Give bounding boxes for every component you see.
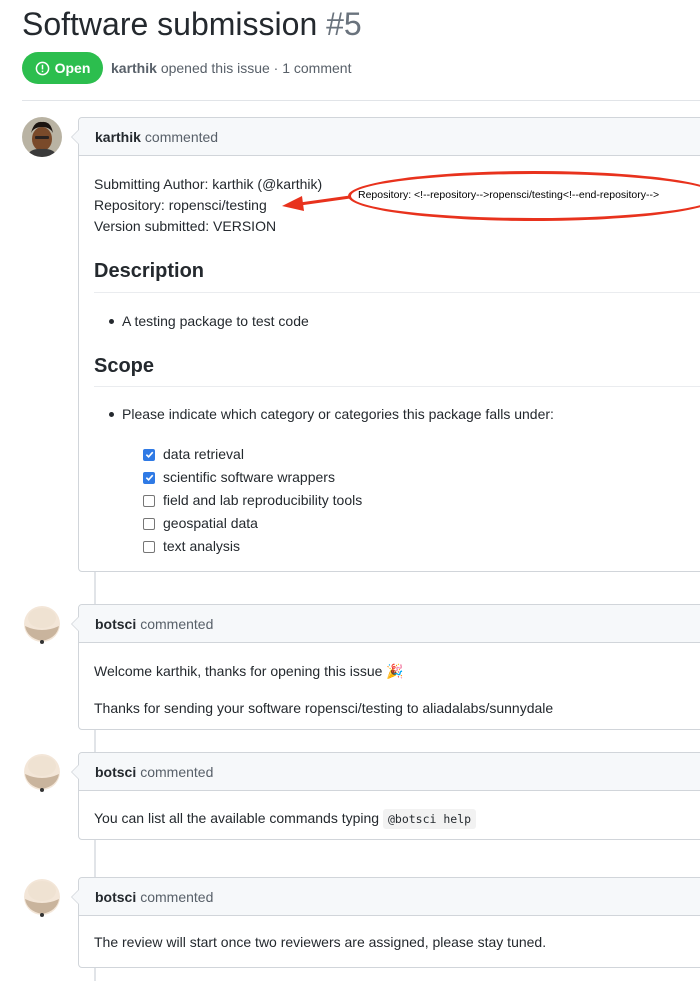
checklist-item: geospatial data (143, 513, 258, 534)
checklist-item: data retrieval (143, 444, 244, 465)
comment-botsci-help: botsci commented You can list all the av… (71, 752, 700, 840)
checklist-item: scientific software wrappers (143, 467, 335, 488)
state-label: Open (54, 60, 91, 76)
comment-header: karthik commented (79, 118, 700, 156)
state-badge: Open (22, 52, 103, 84)
comment-botsci-review: botsci commented The review will start o… (71, 877, 700, 968)
heading-rule (94, 292, 700, 293)
welcome-line: Welcome karthik, thanks for opening this… (94, 661, 404, 682)
avatar-botsci[interactable] (22, 752, 62, 792)
timeline-connector (94, 968, 96, 981)
repository-line: Repository: ropensci/testing (94, 197, 267, 213)
checklist-item: field and lab reproducibility tools (143, 490, 362, 511)
comment-botsci-welcome: botsci commented Welcome karthik, thanks… (71, 604, 700, 730)
description-item: A testing package to test code (109, 311, 309, 332)
comment-author[interactable]: botsci (95, 764, 136, 780)
annotation-text: Repository: <!--repository-->ropensci/te… (358, 189, 660, 201)
avatar-karthik[interactable] (22, 117, 62, 157)
checkbox-checked[interactable] (143, 448, 155, 461)
issue-title: Software submission #5 (22, 6, 362, 43)
comment-action: commented (140, 888, 214, 905)
timeline-connector (94, 572, 96, 604)
comment-author[interactable]: botsci (95, 889, 136, 905)
checkbox-unchecked[interactable] (143, 540, 155, 553)
comment-author[interactable]: botsci (95, 616, 136, 632)
submitting-author-line: Submitting Author: karthik (@karthik) (94, 176, 323, 192)
comment-caret (71, 764, 79, 780)
comment-action: commented (140, 763, 214, 780)
comment-action: commented (140, 615, 214, 632)
help-command-code: @botsci help (382, 809, 477, 829)
checkbox-checked[interactable] (143, 471, 155, 484)
comment-caret (71, 616, 79, 632)
comment-author[interactable]: karthik (95, 129, 141, 145)
version-line: Version submitted: VERSION (94, 218, 277, 234)
comment-header: botsci commented (79, 878, 700, 916)
comment-action: commented (144, 128, 219, 145)
avatar-botsci[interactable] (22, 604, 62, 644)
issue-author-link[interactable]: karthik (111, 60, 157, 76)
timeline-connector (94, 840, 96, 877)
checklist-label: geospatial data (163, 515, 258, 531)
header-divider (22, 100, 700, 101)
checkbox-unchecked[interactable] (143, 517, 155, 530)
comment-caret (71, 889, 79, 905)
party-popper-icon: 🎉 (386, 663, 404, 679)
comment-header: botsci commented (79, 605, 700, 643)
checklist-label: scientific software wrappers (163, 469, 335, 485)
comment-caret (71, 129, 79, 145)
checklist-item: text analysis (143, 536, 240, 557)
thanks-line: Thanks for sending your software ropensc… (94, 700, 554, 716)
timeline-connector (94, 730, 96, 753)
comment-header: botsci commented (79, 753, 700, 791)
welcome-text: Welcome karthik, thanks for opening this… (94, 663, 383, 679)
checkbox-unchecked[interactable] (143, 494, 155, 507)
help-line: You can list all the available commands … (94, 808, 477, 830)
checklist-label: text analysis (163, 538, 241, 554)
checklist-label: field and lab reproducibility tools (163, 492, 363, 508)
scope-item: Please indicate which category or catego… (109, 404, 554, 425)
checklist-label: data retrieval (163, 446, 244, 462)
review-line: The review will start once two reviewers… (94, 934, 547, 950)
issue-title-text: Software submission (22, 6, 318, 42)
issue-meta: karthik opened this issue · 1 comment (111, 60, 351, 76)
heading-rule (94, 386, 700, 387)
issue-opened-icon (35, 61, 50, 76)
scope-heading: Scope (94, 355, 155, 377)
issue-meta-text: opened this issue · 1 comment (160, 60, 352, 76)
help-text: You can list all the available commands … (94, 810, 380, 826)
description-heading: Description (94, 260, 205, 282)
avatar-botsci[interactable] (22, 877, 62, 917)
issue-number: #5 (326, 6, 362, 42)
